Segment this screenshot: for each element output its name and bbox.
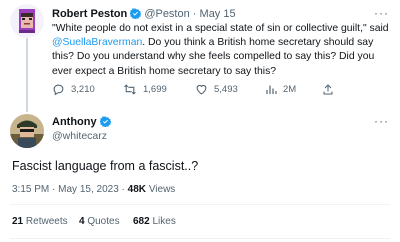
like-button[interactable]: 5,493 [195,83,238,96]
peston-avatar[interactable] [10,4,44,38]
main-author-name[interactable]: Anthony [52,116,97,128]
quoted-date[interactable]: May 15 [200,8,236,20]
header-separator: · [192,8,197,20]
peston-avatar-image [10,4,44,38]
views-button[interactable]: 2M [265,83,296,96]
main-handle[interactable]: @whitecarz [52,130,107,142]
verified-badge-icon [99,116,112,130]
views-separator: · [121,184,125,195]
reply-count: 3,210 [71,84,95,95]
views-icon [266,85,277,94]
anthony-avatar[interactable] [10,114,44,148]
retweets-label: Retweets [25,216,68,227]
share-icon [323,84,333,95]
reply-button[interactable]: 3,210 [52,83,95,96]
divider-bottom [10,238,390,239]
retweet-button[interactable]: 1,699 [123,83,167,96]
anthony-avatar-image [10,114,44,148]
likes-count: 682 [133,216,150,227]
retweets-count: 21 [12,216,24,227]
reply-icon [53,84,64,96]
share-button[interactable] [322,83,334,96]
like-icon [196,84,207,95]
tweet-time[interactable]: 3:15 PM [12,184,49,195]
likes-stat[interactable]: 682 Likes [133,216,176,227]
divider-top [10,204,390,205]
tweet-timestamp-line: 3:15 PM · May 15, 2023 · 48K Views [12,184,175,195]
quotes-stat[interactable]: 4 Quotes [79,216,120,227]
retweet-count: 1,699 [143,84,167,95]
mention-link[interactable]: @SuellaBraverman [52,37,142,48]
quoted-tweet-header: Robert Peston @Peston · May 15 [52,8,236,22]
like-count: 5,493 [214,84,238,95]
verified-badge-icon [129,8,142,22]
quoted-handle[interactable]: @Peston [144,8,189,20]
quoted-text-part1: "White people do not exist in a special … [52,23,389,34]
tweet-views-count: 48K [127,184,147,195]
quoted-author-name[interactable]: Robert Peston [52,8,127,20]
main-tweet-text: Fascist language from a fascist..? [12,159,199,173]
tweet-views-label: Views [148,184,176,195]
likes-label: Likes [152,216,176,227]
retweets-stat[interactable]: 21 Retweets [12,216,68,227]
quoted-tweet-text: "White people do not exist in a special … [52,22,390,79]
retweet-icon [124,84,136,95]
main-more-options-icon[interactable]: ··· [374,114,389,128]
thread-line [26,38,28,112]
quotes-count: 4 [79,216,85,227]
time-separator: · [52,184,56,195]
quoted-more-options-icon[interactable]: ··· [374,6,389,20]
main-tweet-header: Anthony [52,116,112,130]
quotes-label: Quotes [87,216,120,227]
views-count: 2M [283,84,297,95]
tweet-date[interactable]: May 15, 2023 [58,184,119,195]
